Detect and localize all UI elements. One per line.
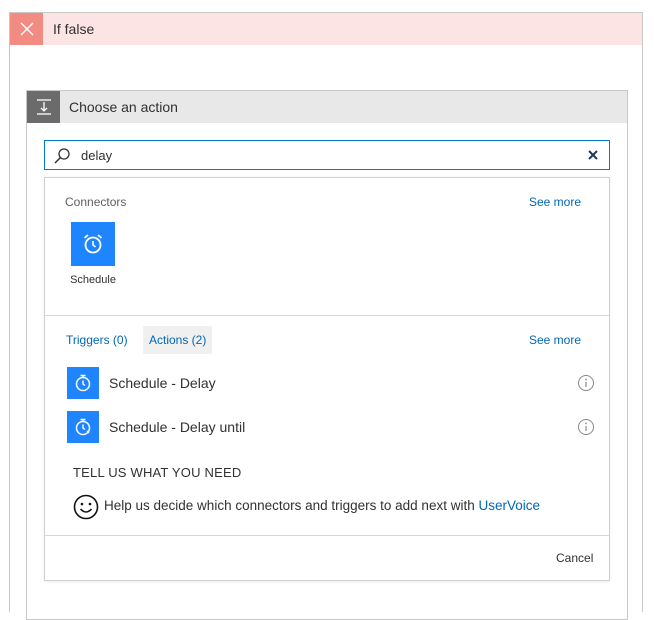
search-box <box>44 140 610 170</box>
tabs-bar: Triggers (0) Actions (2) See more <box>45 315 609 375</box>
connector-schedule[interactable]: Schedule <box>67 222 121 286</box>
uservoice-link[interactable]: UserVoice <box>478 498 540 513</box>
connectors-heading: Connectors <box>65 195 127 209</box>
action-label: Schedule - Delay until <box>109 419 246 435</box>
action-schedule-delay-until[interactable]: Schedule - Delay until <box>67 411 597 445</box>
feedback-text: Help us decide which connectors and trig… <box>104 498 540 513</box>
if-false-title: If false <box>53 21 95 37</box>
actions-see-more-link[interactable]: See more <box>529 333 581 347</box>
if-false-container: If false Choose an action C <box>9 12 643 620</box>
connectors-see-more-link[interactable]: See more <box>529 195 581 209</box>
info-icon[interactable] <box>577 418 595 436</box>
choose-action-card: Choose an action Connectors See more <box>26 90 628 620</box>
insert-step-icon <box>27 91 60 123</box>
tab-triggers[interactable]: Triggers (0) <box>60 326 134 354</box>
search-input[interactable] <box>81 145 581 165</box>
clear-search-icon[interactable] <box>586 148 600 162</box>
choose-action-header: Choose an action <box>27 91 627 123</box>
action-label: Schedule - Delay <box>109 375 216 391</box>
feedback-heading: TELL US WHAT YOU NEED <box>73 465 242 480</box>
if-false-close-icon[interactable] <box>10 13 43 45</box>
info-icon[interactable] <box>577 374 595 392</box>
alarm-clock-icon <box>71 222 115 266</box>
connector-label: Schedule <box>70 274 116 286</box>
if-false-header[interactable]: If false <box>10 13 642 45</box>
search-results-panel: Connectors See more Schedule Triggers (0… <box>44 177 610 581</box>
smiley-icon <box>73 494 99 520</box>
action-schedule-delay[interactable]: Schedule - Delay <box>67 367 597 401</box>
search-icon <box>54 148 70 164</box>
timer-until-icon <box>67 411 99 443</box>
choose-action-title: Choose an action <box>69 99 178 115</box>
timer-icon <box>67 367 99 399</box>
cancel-button[interactable]: Cancel <box>556 551 593 565</box>
footer-divider <box>45 535 609 536</box>
tab-actions[interactable]: Actions (2) <box>143 326 213 354</box>
